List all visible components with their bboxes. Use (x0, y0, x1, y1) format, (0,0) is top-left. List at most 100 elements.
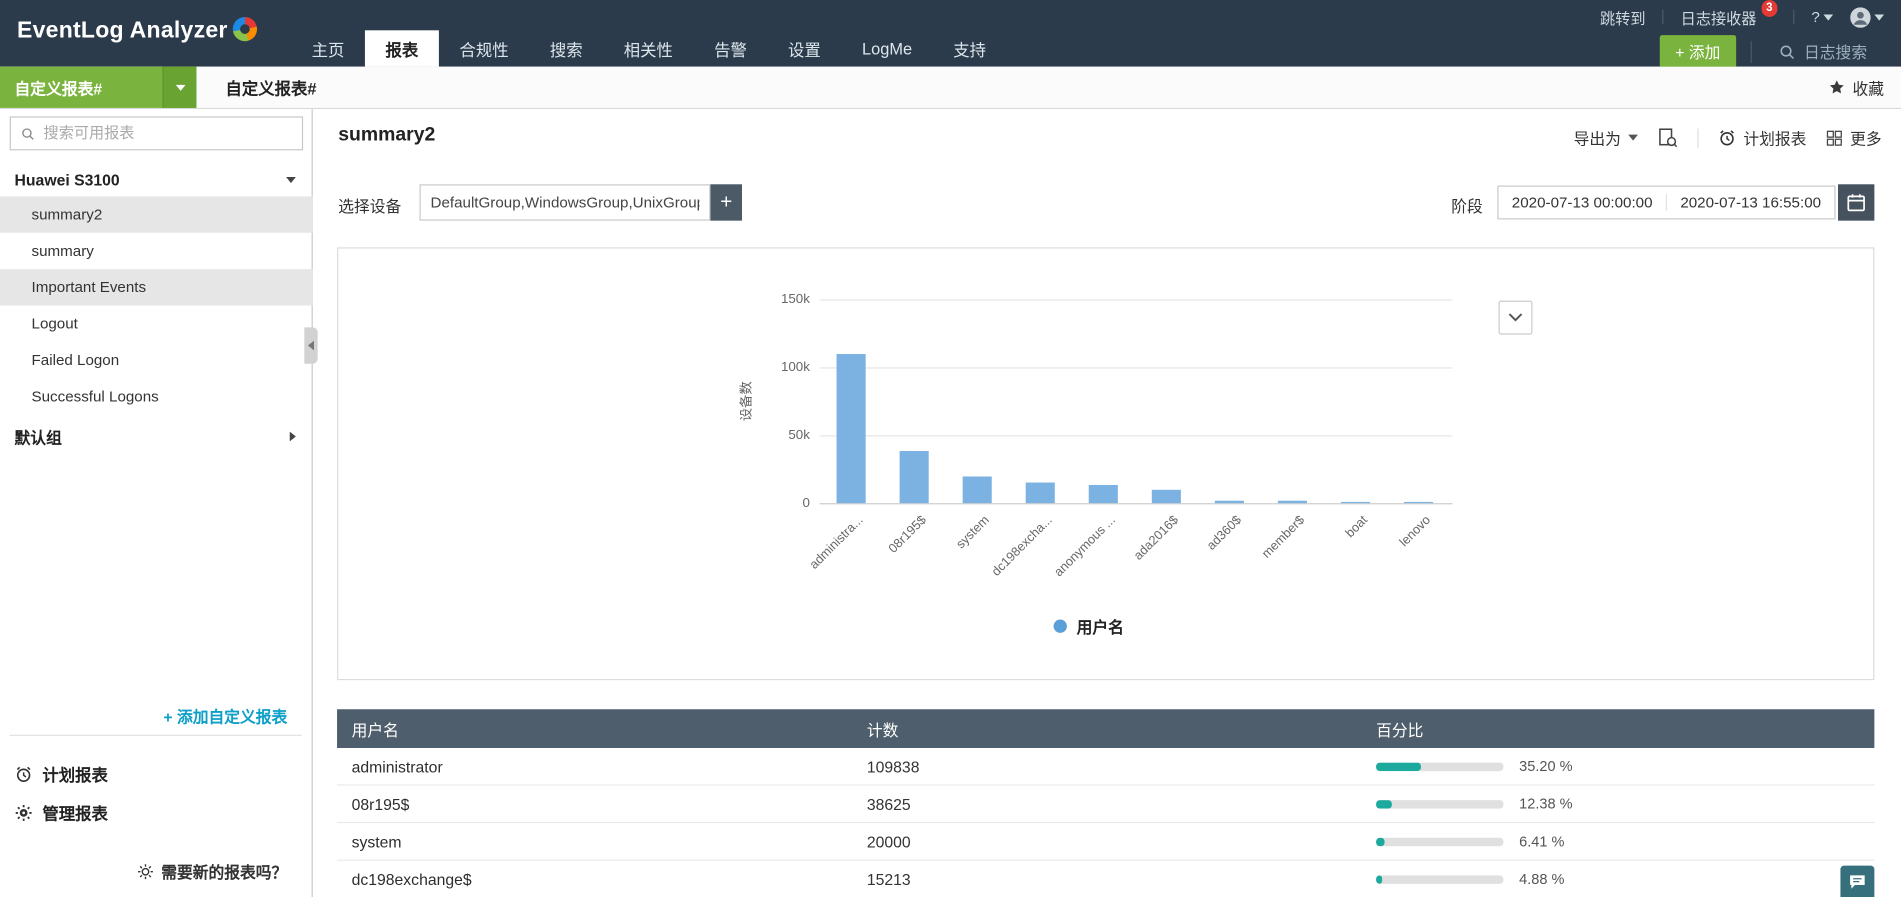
percent-progress-fill (1376, 837, 1385, 846)
log-receiver-label: 日志接收器 (1680, 10, 1757, 28)
more-button[interactable]: 更多 (1826, 126, 1882, 149)
chevron-down-icon (1508, 313, 1523, 322)
chat-support-button[interactable] (1840, 865, 1875, 897)
app-logo-text: EventLog Analyzer (16, 18, 228, 44)
cell-username[interactable]: system (337, 832, 867, 850)
chart-legend[interactable]: 用户名 (1053, 615, 1124, 638)
col-header-percent: 百分比 (1376, 720, 1424, 739)
cell-username[interactable]: 08r195$ (337, 795, 867, 813)
chart-bar[interactable] (1340, 501, 1371, 504)
help-menu[interactable]: ? (1811, 8, 1834, 25)
cell-percent: 6.41 % (1376, 833, 1874, 850)
period-start-value[interactable]: 2020-07-13 00:00:00 (1499, 194, 1666, 211)
sidebar-item-summary2[interactable]: summary2 (0, 196, 313, 233)
report-category-select[interactable]: 自定义报表# (0, 66, 197, 108)
nav-compliance[interactable]: 合规性 (439, 30, 529, 66)
chevron-down-icon (1628, 134, 1638, 141)
x-axis-tick-label: member$ (1259, 512, 1308, 562)
add-button[interactable]: + 添加 (1659, 35, 1737, 68)
table-row[interactable]: administrator 109838 35.20 % (337, 748, 1875, 786)
chart-bar[interactable] (1088, 485, 1118, 504)
calendar-button[interactable] (1837, 184, 1875, 221)
x-axis-tick-label: administra... (806, 512, 867, 573)
percent-value: 12.38 % (1519, 795, 1573, 813)
chart-collapse-button[interactable] (1498, 300, 1533, 335)
table-row[interactable]: system 20000 6.41 % (337, 823, 1875, 861)
nav-reports[interactable]: 报表 (364, 30, 439, 67)
tab-custom-reports[interactable]: 自定义报表# (226, 67, 317, 108)
nav-alerts[interactable]: 告警 (693, 30, 767, 66)
chart-bar[interactable] (1277, 501, 1307, 504)
chart-bar[interactable] (836, 353, 866, 504)
gear-icon (15, 804, 32, 821)
user-avatar-icon (1850, 6, 1871, 28)
nav-correlation[interactable]: 相关性 (603, 30, 693, 66)
nav-home[interactable]: 主页 (291, 30, 365, 66)
report-list: summary2 summary Important Events Logout… (0, 196, 313, 414)
table-row[interactable]: 08r195$ 38625 12.38 % (337, 785, 1875, 824)
add-custom-report-link[interactable]: + 添加自定义报表 (163, 704, 287, 727)
idea-icon (138, 863, 153, 879)
chart-bar[interactable] (1214, 500, 1244, 504)
manage-reports-button[interactable]: 管理报表 (15, 800, 108, 824)
export-as-button[interactable]: 导出为 (1574, 126, 1638, 149)
gridline (819, 367, 1453, 369)
x-axis-tick-label: lenovo (1396, 512, 1434, 550)
default-group-label: 默认组 (14, 428, 62, 447)
chevron-down-icon (1823, 13, 1834, 21)
select-arrow[interactable] (162, 66, 197, 108)
nav-settings[interactable]: 设置 (767, 30, 841, 66)
chart-bar[interactable] (899, 450, 929, 504)
sidebar-collapse-handle[interactable] (304, 327, 318, 364)
period-label: 阶段 (1451, 197, 1483, 216)
sidebar-item-summary[interactable]: summary (0, 233, 313, 269)
col-header-count: 计数 (866, 720, 899, 739)
table-row[interactable]: dc198exchange$ 15213 4.88 % (337, 860, 1875, 897)
default-group-header[interactable]: 默认组 (0, 419, 313, 453)
sidebar-item-important-events[interactable]: Important Events (0, 269, 313, 306)
log-search-label: 日志搜索 (1804, 43, 1868, 62)
device-select-input[interactable] (430, 193, 700, 211)
sidebar-item-logout[interactable]: Logout (0, 306, 313, 342)
percent-progress-bar (1376, 761, 1504, 771)
results-table: 用户名 计数 百分比 administrator 109838 35.20 % 08r… (337, 709, 1875, 897)
report-preview-button[interactable] (1657, 127, 1678, 148)
add-device-button[interactable]: + (710, 184, 742, 221)
chevron-left-icon (307, 340, 315, 351)
y-axis-tick-label: 100k (780, 360, 810, 375)
device-group-header[interactable]: Huawei S3100 (0, 162, 313, 196)
need-new-report-link[interactable]: 需要新的报表吗？ (137, 860, 287, 883)
divider (1750, 40, 1752, 63)
period-end-value[interactable]: 2020-07-13 16:55:00 (1665, 193, 1835, 211)
col-header-username: 用户名 (351, 720, 399, 739)
scheduled-reports-button[interactable]: 计划报表 (15, 761, 108, 785)
y-axis-tick-label: 150k (780, 292, 810, 307)
nav-logme[interactable]: LogMe (841, 30, 932, 66)
sidebar-item-failed-logon[interactable]: Failed Logon (0, 342, 313, 378)
log-search-button[interactable]: 日志搜索 (1766, 36, 1879, 66)
sidebar-item-successful-logons[interactable]: Successful Logons (0, 378, 313, 414)
schedule-report-button[interactable]: 计划报表 (1718, 126, 1806, 149)
cell-count: 38625 (866, 794, 911, 813)
topbar: EventLog Analyzer 主页 报表 合规性 搜索 相关性 告警 设置… (0, 0, 1901, 68)
chart-bar[interactable] (1403, 501, 1434, 504)
chart-bar[interactable] (1025, 482, 1055, 504)
period-range-field[interactable]: 2020-07-13 00:00:00 2020-07-13 16:55:00 (1497, 185, 1836, 220)
chart-bar[interactable] (962, 475, 992, 504)
device-select-field[interactable] (419, 184, 711, 221)
topbar-utilities: 跳转到 日志接收器 3 ? (1600, 0, 1885, 29)
nav-support[interactable]: 支持 (933, 30, 1007, 66)
receiver-count-badge: 3 (1761, 0, 1778, 17)
favorite-button[interactable]: 收藏 (1828, 67, 1884, 108)
x-axis-tick-label: ad360$ (1204, 512, 1245, 554)
x-axis-tick-label: boat (1342, 512, 1371, 541)
log-receiver-link[interactable]: 日志接收器 3 (1680, 0, 1778, 28)
report-search-input[interactable] (43, 124, 293, 142)
nav-search[interactable]: 搜索 (529, 30, 603, 66)
alarm-clock-icon (1720, 130, 1734, 146)
cell-username[interactable]: dc198exchange$ (337, 870, 867, 888)
user-menu[interactable] (1850, 6, 1885, 28)
chart-bar[interactable] (1151, 489, 1181, 504)
cell-username[interactable]: administrator (337, 757, 867, 775)
jump-to-link[interactable]: 跳转到 (1600, 5, 1645, 28)
